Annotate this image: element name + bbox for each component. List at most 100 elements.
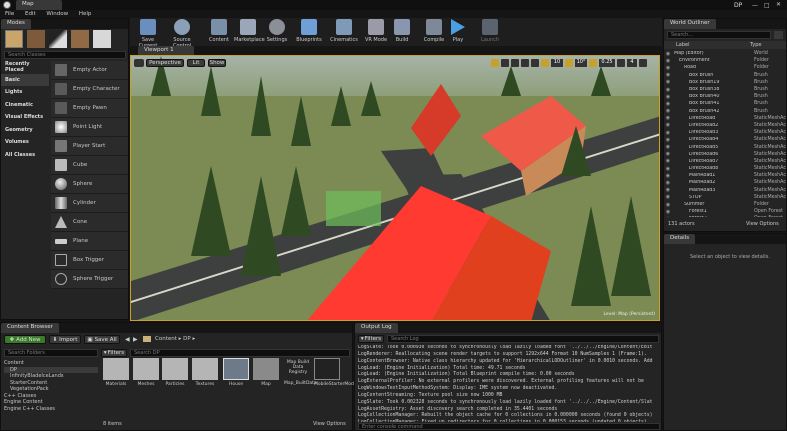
log-search-input[interactable]: Search Log [387,335,659,343]
visibility-eye-icon[interactable]: ◉ [664,115,672,121]
visibility-eye-icon[interactable]: ◉ [664,94,672,100]
outliner-row[interactable]: ◉ MainRoad3 StaticMeshAc [664,187,786,194]
content-browser-tab[interactable]: Content Browser [1,323,59,333]
outliner-row[interactable]: ◉ DirectRoad2 StaticMeshAc [664,122,786,129]
visibility-eye-icon[interactable]: ◉ [664,166,672,172]
minimize-icon[interactable]: — [752,2,760,9]
filters-button[interactable]: ▾ Filters [101,349,127,357]
outliner-row[interactable]: ◉ DirectRoad StaticMeshAc [664,115,786,122]
visibility-eye-icon[interactable]: ◉ [664,137,672,143]
outliner-row[interactable]: ◉ Summer Folder [664,201,786,208]
visibility-eye-icon[interactable]: ◉ [664,122,672,128]
maximize-icon[interactable]: □ [764,2,772,9]
level-tab[interactable]: Map [16,0,62,10]
camera-speed-value[interactable]: 4 [627,59,637,67]
viewport-tab[interactable]: Viewport 1 [138,46,194,55]
category-geometry[interactable]: Geometry [1,124,49,137]
place-mode-icon[interactable] [5,30,23,48]
class-item[interactable]: Sphere Trigger [51,270,128,289]
visibility-eye-icon[interactable]: ◉ [664,72,672,78]
asset-tile[interactable]: Materials [103,358,129,387]
add-new-button[interactable]: ✚ Add New [4,335,46,344]
visibility-eye-icon[interactable]: ◉ [664,173,672,179]
visibility-eye-icon[interactable]: ◉ [664,101,672,107]
class-item[interactable]: Cube [51,156,128,175]
breadcrumb-content[interactable]: Content [155,336,177,342]
menu-window[interactable]: Window [46,11,68,17]
asset-search-input[interactable]: Search DP [130,349,350,357]
class-item[interactable]: Point Light [51,118,128,137]
asset-tile[interactable]: Particles [162,358,188,387]
category-lights[interactable]: Lights [1,86,49,99]
visibility-eye-icon[interactable]: ◉ [664,194,672,200]
geometry-mode-icon[interactable] [93,30,111,48]
visibility-eye-icon[interactable]: ◉ [664,216,672,217]
viewport-options-button[interactable] [134,59,144,67]
settings-button[interactable]: Settings [263,18,291,48]
visibility-eye-icon[interactable]: ◉ [664,209,672,215]
outliner-row[interactable]: ◉ DirectRoad7 StaticMeshAc [664,158,786,165]
class-item[interactable]: Empty Actor [51,61,128,80]
console-command-input[interactable]: Enter console command [358,423,660,430]
asset-tile[interactable]: Map_BuiltData [284,381,317,386]
paint-mode-icon[interactable] [27,30,45,48]
rotate-icon[interactable] [501,59,509,67]
grid-size-value[interactable]: 10 [551,59,563,67]
visibility-eye-icon[interactable]: ◉ [664,158,672,164]
outliner-row[interactable]: ◉ Box Brush38 Brush [664,86,786,93]
scale-snap-value[interactable]: 0.25 [599,59,615,67]
visibility-eye-icon[interactable]: ◉ [664,180,672,186]
class-item[interactable]: Plane [51,232,128,251]
class-item[interactable]: Box Trigger [51,251,128,270]
outliner-row[interactable]: ◉ STOP StaticMeshAc [664,194,786,201]
save-current-button[interactable]: Save Current [134,18,162,49]
back-icon[interactable]: ◀ [125,336,130,343]
outliner-row[interactable]: ◉ DirectRoad8 StaticMeshAc [664,165,786,172]
build-button[interactable]: Build [388,18,416,48]
scale-snap-icon[interactable] [589,59,597,67]
outliner-row[interactable]: ◉ Map (Editor) World [664,50,786,57]
output-log-tab[interactable]: Output Log [355,323,398,333]
class-item[interactable]: Cone [51,213,128,232]
camera-speed-icon[interactable] [617,59,625,67]
maximize-viewport-icon[interactable] [639,59,647,67]
grid-snap-icon[interactable] [541,59,549,67]
outliner-row[interactable]: ◉ Box Brush19 Brush [664,79,786,86]
outliner-row[interactable]: ◉Forest2Open Forest [664,215,786,217]
rotation-snap-value[interactable]: 10° [575,59,587,67]
modes-tab[interactable]: Modes [1,19,31,29]
marketplace-button[interactable]: Marketplace [234,18,265,48]
outliner-row[interactable]: ◉ DirectRoad6 StaticMeshAc [664,151,786,158]
cinematics-button[interactable]: Cinematics [330,18,358,48]
asset-tile[interactable]: House [223,358,249,387]
perspective-button[interactable]: Perspective [146,59,184,67]
outliner-row[interactable]: ◉ DirectRoad5 StaticMeshAc [664,143,786,150]
viewport[interactable]: Perspective Lit Show 10 10° 0.25 4 Level… [130,55,660,321]
world-outliner-tab[interactable]: World Outliner [664,19,716,29]
outliner-row[interactable]: ◉ Road Folder [664,64,786,71]
scale-icon[interactable] [511,59,519,67]
outliner-row[interactable]: ◉ Box Brush41 Brush [664,100,786,107]
asset-tile[interactable]: Textures [192,358,218,387]
visibility-eye-icon[interactable]: ◉ [664,87,672,93]
menu-file[interactable]: File [5,11,14,17]
landscape-mode-icon[interactable] [49,30,67,48]
vr-mode-button[interactable]: VR Mode [362,18,390,48]
visibility-eye-icon[interactable]: ◉ [664,79,672,85]
play-button[interactable]: Play [444,18,472,48]
import-button[interactable]: ⬇ Import [49,335,81,344]
search-classes-input[interactable]: Search Classes [4,51,126,59]
details-tab[interactable]: Details [664,234,696,244]
label-column-header[interactable]: Label [676,42,750,48]
outliner-row[interactable]: ◉ DirectRoad3 StaticMeshAc [664,129,786,136]
class-item[interactable]: Cylinder [51,194,128,213]
menu-help[interactable]: Help [79,11,92,17]
category-basic[interactable]: Basic [1,73,49,86]
surface-snap-icon[interactable] [531,59,539,67]
save-all-button[interactable]: ▣ Save All [84,335,120,344]
lit-button[interactable]: Lit [187,59,205,67]
asset-tile[interactable]: Map [253,358,279,387]
outliner-row[interactable]: ◉ MainRoad2 StaticMeshAc [664,179,786,186]
visibility-eye-icon[interactable]: ◉ [664,151,672,157]
outliner-row[interactable]: ◉ Box Brush Brush [664,72,786,79]
